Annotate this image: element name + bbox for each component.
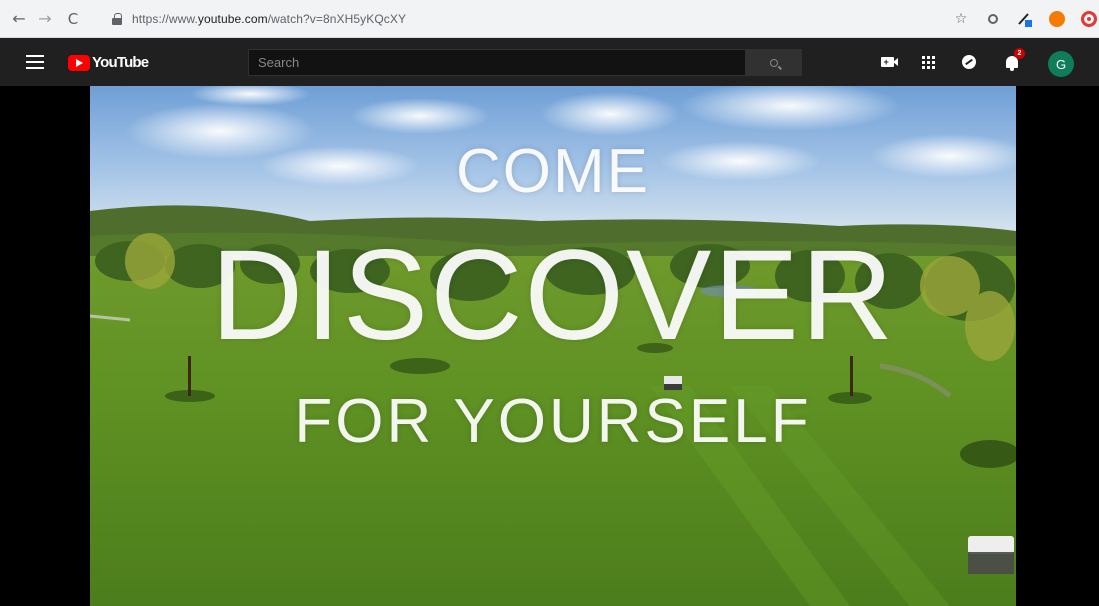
search-input[interactable] — [249, 55, 745, 70]
apps-grid-icon[interactable] — [918, 53, 938, 71]
notification-badge: 2 — [1014, 48, 1025, 59]
lock-icon — [112, 13, 122, 25]
video-title-line-2: DISCOVER — [210, 224, 896, 367]
messages-icon[interactable] — [959, 53, 979, 71]
extension-area: ☆ — [951, 0, 1099, 38]
youtube-masthead: YouTube + 2 — [0, 38, 1099, 86]
reload-icon[interactable]: C — [62, 8, 84, 30]
extension-circle-icon[interactable] — [983, 9, 1003, 29]
avatar[interactable]: G — [1048, 51, 1074, 77]
video-title-line-3: FOR YOURSELF — [294, 387, 812, 456]
extension-orange-icon[interactable] — [1047, 9, 1067, 29]
create-video-icon[interactable]: + — [877, 53, 898, 71]
url-host: youtube.com — [197, 12, 268, 26]
extension-red-icon[interactable] — [1079, 9, 1099, 29]
youtube-play-icon — [68, 54, 90, 71]
url-path: /watch?v=8nXH5yKQcXY — [267, 12, 407, 26]
youtube-logo-text: YouTube — [92, 54, 149, 71]
search-box — [248, 49, 746, 76]
bookmark-star-icon[interactable]: ☆ — [951, 9, 971, 29]
notifications-bell-icon[interactable]: 2 — [1002, 48, 1025, 71]
back-icon[interactable]: ← — [8, 8, 30, 30]
video-frame[interactable]: COME DISCOVER FOR YOURSELF — [90, 86, 1016, 606]
video-title-line-1: COME — [456, 137, 650, 206]
video-player[interactable]: COME DISCOVER FOR YOURSELF — [0, 86, 1099, 606]
url-prefix: https://www. — [132, 12, 198, 26]
search-icon — [770, 58, 778, 67]
youtube-logo[interactable]: YouTube — [68, 54, 149, 71]
url-text[interactable]: https://www.youtube.com/watch?v=8nXH5yKQ… — [132, 12, 406, 26]
forward-icon[interactable]: → — [34, 8, 56, 30]
browser-toolbar: ← → C https://www.youtube.com/watch?v=8n… — [0, 0, 1099, 38]
search-button[interactable] — [746, 49, 802, 76]
address-bar[interactable]: https://www.youtube.com/watch?v=8nXH5yKQ… — [100, 6, 940, 32]
hamburger-menu-icon[interactable] — [26, 55, 44, 69]
extension-pen-icon[interactable] — [1015, 9, 1035, 29]
